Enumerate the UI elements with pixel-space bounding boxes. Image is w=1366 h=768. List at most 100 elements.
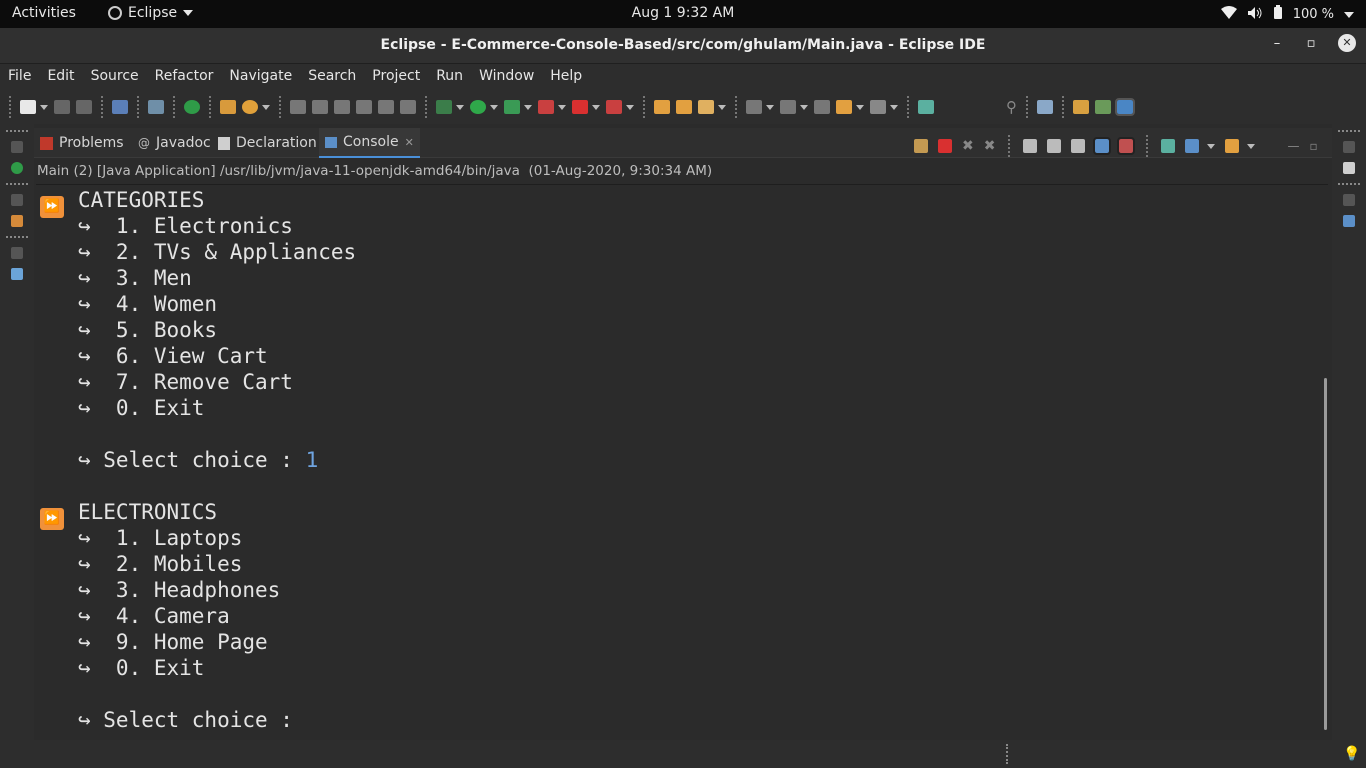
debug-perspective-icon[interactable] <box>1095 100 1111 114</box>
tab-console[interactable]: Console ✕ <box>319 128 420 158</box>
show-stdout-icon[interactable] <box>1093 137 1112 155</box>
chevron-down-icon[interactable] <box>718 104 726 110</box>
show-stderr-icon[interactable] <box>1117 137 1136 155</box>
open-console-icon[interactable] <box>1161 139 1176 153</box>
open-perspective-icon[interactable] <box>1037 100 1053 114</box>
last-edit-icon[interactable] <box>814 100 830 114</box>
clock[interactable]: Aug 1 9:32 AM <box>632 5 735 21</box>
open-folder-icon[interactable] <box>654 100 670 114</box>
app-menu[interactable]: Eclipse <box>108 5 194 21</box>
coverage-icon[interactable] <box>504 100 520 114</box>
power-icon[interactable] <box>11 162 23 174</box>
outline-page-icon[interactable] <box>1343 162 1355 174</box>
chevron-down-icon[interactable] <box>490 104 498 110</box>
clear-console-icon[interactable] <box>1023 139 1038 153</box>
annotation-icon[interactable] <box>334 100 350 114</box>
chevron-down-icon[interactable] <box>890 104 898 110</box>
pen-icon[interactable] <box>312 100 328 114</box>
save-all-icon[interactable] <box>76 100 92 114</box>
console-output[interactable]: ⏩ CATEGORIES ↪ 1. Electronics ↪ 2. TVs & … <box>36 184 1328 734</box>
display-console-icon[interactable] <box>1185 139 1200 153</box>
remove-launch-icon[interactable]: ✖ <box>962 138 974 154</box>
new-icon[interactable] <box>20 100 36 114</box>
stop-icon[interactable] <box>572 100 588 114</box>
back-icon[interactable] <box>836 100 852 114</box>
restore-icon[interactable] <box>11 247 23 259</box>
chevron-down-icon[interactable] <box>592 104 600 110</box>
minimize-view-icon[interactable]: — <box>1287 139 1299 153</box>
search-icon[interactable]: ⚲ <box>1006 98 1017 116</box>
pin-console-icon[interactable] <box>914 139 928 153</box>
chevron-down-icon[interactable] <box>40 104 48 110</box>
word-wrap-icon[interactable] <box>378 100 394 114</box>
next-annotation-icon[interactable] <box>746 100 762 114</box>
menu-source[interactable]: Source <box>83 64 147 90</box>
outline-icon[interactable] <box>1343 215 1355 227</box>
chevron-down-icon[interactable] <box>856 104 864 110</box>
chevron-down-icon[interactable] <box>1207 143 1216 149</box>
scroll-lock-icon[interactable] <box>1047 139 1062 153</box>
prev-annotation-icon[interactable] <box>780 100 796 114</box>
close-icon[interactable]: ✕ <box>405 136 414 149</box>
task-list-icon[interactable] <box>11 268 23 280</box>
restore-icon[interactable] <box>1343 194 1355 206</box>
tab-problems[interactable]: Problems <box>34 128 130 158</box>
hierarchy-icon[interactable] <box>11 215 23 227</box>
highlight-icon[interactable] <box>698 100 714 114</box>
tab-declaration[interactable]: Declaration <box>212 128 323 158</box>
tab-javadoc[interactable]: @ Javadoc <box>132 128 217 158</box>
new-java-project-icon[interactable] <box>220 100 236 114</box>
skip-breakpoints-icon[interactable] <box>148 100 164 114</box>
menu-edit[interactable]: Edit <box>39 64 82 90</box>
lightbulb-icon[interactable]: 💡 <box>1343 746 1360 762</box>
tab-label: Declaration <box>236 135 317 151</box>
word-wrap-icon[interactable] <box>1071 139 1086 153</box>
block-select-icon[interactable] <box>356 100 372 114</box>
console-line: ↪ 6. View Cart <box>78 344 268 368</box>
terminal-icon[interactable] <box>112 100 128 114</box>
close-button[interactable]: ✕ <box>1338 34 1356 52</box>
chevron-down-icon[interactable] <box>766 104 774 110</box>
debug-icon[interactable] <box>436 100 452 114</box>
activities-button[interactable]: Activities <box>12 5 76 21</box>
chevron-down-icon[interactable] <box>800 104 808 110</box>
terminate-icon[interactable] <box>938 139 952 153</box>
external-tools-icon[interactable] <box>538 100 554 114</box>
menu-help[interactable]: Help <box>542 64 590 90</box>
chevron-down-icon[interactable] <box>524 104 532 110</box>
power-icon[interactable] <box>184 100 200 114</box>
open-console-icon[interactable] <box>918 100 934 114</box>
pilcrow-icon[interactable] <box>400 100 416 114</box>
java-ee-perspective-icon[interactable] <box>1073 100 1089 114</box>
menu-project[interactable]: Project <box>364 64 428 90</box>
chevron-down-icon[interactable] <box>262 104 270 110</box>
menu-file[interactable]: File <box>0 64 39 90</box>
refresh-icon[interactable] <box>242 100 258 114</box>
run-icon[interactable] <box>470 100 486 114</box>
restore-icon[interactable] <box>11 141 23 153</box>
maximize-button[interactable]: ▫ <box>1304 36 1318 52</box>
menu-search[interactable]: Search <box>300 64 364 90</box>
remove-all-launches-icon[interactable]: ✖ <box>984 138 996 154</box>
chevron-down-icon[interactable] <box>626 104 634 110</box>
menu-window[interactable]: Window <box>471 64 542 90</box>
restore-icon[interactable] <box>1343 141 1355 153</box>
minimize-button[interactable]: – <box>1270 36 1284 52</box>
pin-icon[interactable] <box>290 100 306 114</box>
menu-run[interactable]: Run <box>428 64 471 90</box>
terminate-icon[interactable] <box>606 100 622 114</box>
save-icon[interactable] <box>54 100 70 114</box>
forward-icon[interactable] <box>870 100 886 114</box>
chevron-down-icon[interactable] <box>558 104 566 110</box>
restore-icon[interactable] <box>11 194 23 206</box>
menu-navigate[interactable]: Navigate <box>221 64 300 90</box>
new-console-icon[interactable] <box>1225 139 1240 153</box>
chevron-down-icon[interactable] <box>1247 143 1256 149</box>
maximize-view-icon[interactable]: ▫ <box>1309 139 1317 153</box>
chevron-down-icon[interactable] <box>456 104 464 110</box>
system-tray[interactable]: 100 % <box>1220 5 1354 24</box>
vertical-scrollbar[interactable] <box>1324 378 1327 730</box>
menu-refactor[interactable]: Refactor <box>147 64 222 90</box>
java-perspective-icon[interactable] <box>1115 98 1135 116</box>
open-type-icon[interactable] <box>676 100 692 114</box>
